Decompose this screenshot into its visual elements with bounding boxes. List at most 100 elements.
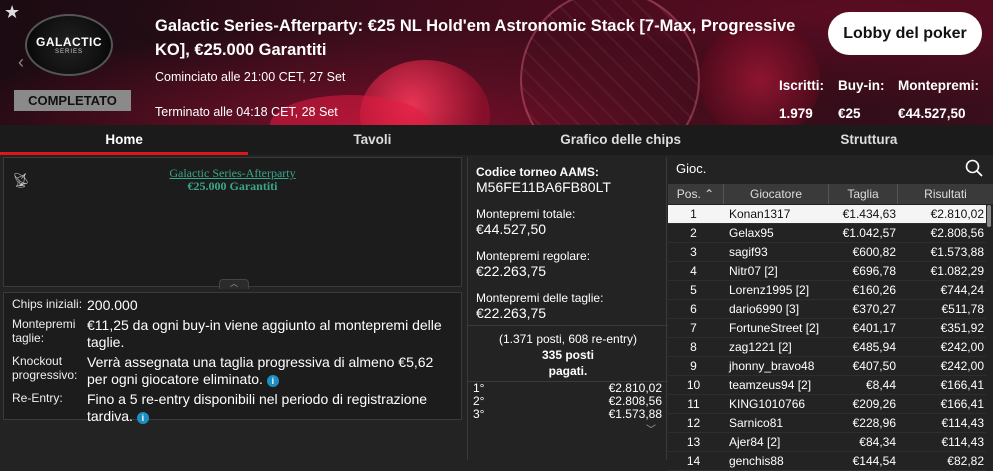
- scrollbar[interactable]: [987, 205, 991, 227]
- player-bounty: €401,17: [852, 321, 896, 335]
- column-header-bounty[interactable]: Taglia: [829, 184, 898, 204]
- player-name: jhonny_bravo48: [729, 359, 815, 373]
- tab-tables[interactable]: Tavoli: [248, 125, 496, 155]
- banner-guarantee: €25.000 Garantiti: [187, 179, 278, 193]
- table-row[interactable]: 7 FortuneStreet [2] €401,17 €351,92: [668, 319, 986, 338]
- info-label: Re-Entry:: [12, 391, 63, 405]
- info-value: 200.000: [87, 297, 453, 314]
- players-title: Gioc.: [676, 161, 707, 176]
- table-row[interactable]: 6 dario6990 [3] €370,27 €511,78: [668, 300, 986, 319]
- player-result: €166,41: [940, 397, 984, 411]
- player-result: €511,78: [941, 302, 985, 316]
- player-bounty: €144,54: [852, 454, 896, 468]
- player-name: Nitr07 [2]: [729, 264, 778, 278]
- info-row: Re-Entry: Fino a 5 re-entry disponibili …: [12, 391, 453, 425]
- info-label: Knockout progressivo:: [12, 354, 78, 382]
- info-icon[interactable]: i: [136, 412, 149, 424]
- table-row[interactable]: 13 Ajer84 [2] €84,34 €114,43: [668, 433, 986, 452]
- player-bounty: €1.434,63: [842, 207, 896, 221]
- places-line: (1.371 posti, 608 re-entry): [498, 332, 638, 346]
- buyin-label: Buy-in:: [838, 78, 885, 93]
- player-name: dario6990 [3]: [729, 302, 800, 316]
- players-table-header: Pos. ⌃ Giocatore Taglia Risultati: [668, 184, 993, 204]
- player-bounty: €160,26: [852, 283, 896, 297]
- bounty-prize-value: €22.263,75: [476, 305, 547, 321]
- player-name: zag1221 [2]: [729, 340, 792, 354]
- player-position: 7: [690, 321, 697, 335]
- player-result: €744,24: [940, 283, 984, 297]
- tab-bar: Home Tavoli Grafico delle chips Struttur…: [0, 125, 993, 155]
- table-row[interactable]: 12 Sarnico81 €228,96 €114,43: [668, 414, 986, 433]
- player-bounty: €600,82: [852, 245, 896, 259]
- players-table-body: 1 Konan1317 €1.434,63 €2.810,02 2 Gelax95 €1.0…: [668, 205, 986, 471]
- player-bounty: €8,44: [865, 378, 896, 392]
- tab-chip-graph[interactable]: Grafico delle chips: [497, 125, 745, 155]
- player-result: €2.810,02: [930, 207, 984, 221]
- player-position: 4: [690, 264, 697, 278]
- column-header-player[interactable]: Giocatore: [724, 184, 829, 204]
- column-header-position[interactable]: Pos. ⌃: [668, 184, 724, 204]
- player-position: 3: [690, 245, 697, 259]
- player-result: €351,92: [940, 321, 984, 335]
- logo-subtext: SERIES: [54, 49, 83, 55]
- player-name: Gelax95: [729, 226, 774, 240]
- info-row: Chips iniziali: 200.000: [12, 297, 453, 314]
- registered-label: Iscritti:: [779, 78, 825, 93]
- info-value-text: €11,25 da ogni buy-in viene aggiunto al …: [87, 317, 442, 350]
- table-row[interactable]: 4 Nitr07 [2] €696,78 €1.082,29: [668, 262, 986, 281]
- info-value-text: 200.000: [87, 297, 138, 313]
- player-bounty: €1.042,57: [842, 226, 896, 240]
- player-bounty: €209,26: [852, 397, 896, 411]
- player-position: 10: [686, 378, 701, 392]
- player-result: €242,00: [940, 340, 984, 354]
- search-icon[interactable]: [965, 159, 983, 177]
- info-row: Montepremi taglie: €11,25 da ogni buy-in…: [12, 317, 453, 351]
- table-row[interactable]: 14 genchis88 €144,54 €82,82: [668, 452, 986, 471]
- player-position: 14: [686, 454, 701, 468]
- table-row[interactable]: 2 Gelax95 €1.042,57 €2.808,56: [668, 224, 986, 243]
- column-header-results[interactable]: Risultati: [898, 184, 993, 204]
- player-position: 1: [690, 207, 697, 221]
- player-bounty: €485,94: [852, 340, 896, 354]
- table-row[interactable]: 5 Lorenz1995 [2] €160,26 €744,24: [668, 281, 986, 300]
- player-position: 12: [686, 416, 701, 430]
- paid-places-info: (1.371 posti, 608 re-entry) 335 posti pa…: [468, 331, 668, 379]
- places-line: 335 posti: [541, 348, 595, 362]
- player-position: 5: [690, 283, 697, 297]
- chevron-left-icon[interactable]: ‹: [18, 52, 24, 73]
- table-row[interactable]: 10 teamzeus94 [2] €8,44 €166,41: [668, 376, 986, 395]
- prize-list: 1° €2.810,02 2° €2.808,56 3° €1.573,88: [468, 381, 668, 421]
- table-row[interactable]: 3 sagif93 €600,82 €1.573,88: [668, 243, 986, 262]
- galactic-series-logo: GALACTIC SERIES: [25, 14, 113, 76]
- tab-home[interactable]: Home: [0, 125, 249, 155]
- collapse-toggle-icon[interactable]: ︿: [219, 279, 249, 289]
- player-position: 2: [690, 226, 697, 240]
- info-label: Montepremi taglie:: [12, 317, 76, 345]
- buyin-value: €25: [838, 106, 861, 121]
- player-name: teamzeus94 [2]: [729, 378, 812, 392]
- table-row[interactable]: 8 zag1221 [2] €485,94 €242,00: [668, 338, 986, 357]
- player-position: 11: [687, 397, 700, 411]
- table-row[interactable]: 9 jhonny_bravo48 €407,50 €242,00: [668, 357, 986, 376]
- info-icon[interactable]: i: [266, 375, 279, 387]
- tournament-banner-panel: 📡︎ Galactic Series-Afterparty €25.000 Ga…: [3, 157, 462, 289]
- chevron-down-icon[interactable]: ﹀: [646, 421, 656, 436]
- player-bounty: €84,34: [859, 435, 896, 449]
- poker-lobby-button[interactable]: Lobby del poker: [828, 12, 982, 55]
- prizepool-value: €44.527,50: [898, 106, 966, 121]
- player-name: sagif93: [729, 245, 768, 259]
- player-bounty: €407,50: [852, 359, 896, 373]
- prize-amount: €1.573,88: [608, 407, 662, 421]
- player-position: 13: [686, 435, 701, 449]
- aams-code-label: Codice torneo AAMS:: [476, 165, 599, 179]
- prizepool-label: Montepremi:: [898, 78, 979, 93]
- player-name: Ajer84 [2]: [729, 435, 781, 449]
- player-name: Lorenz1995 [2]: [729, 283, 810, 297]
- chevron-up-icon: ⌃: [704, 187, 715, 201]
- tab-structure[interactable]: Struttura: [745, 125, 993, 155]
- player-position: 9: [690, 359, 697, 373]
- table-row[interactable]: 11 KING1010766 €209,26 €166,41: [668, 395, 986, 414]
- table-row[interactable]: 1 Konan1317 €1.434,63 €2.810,02: [668, 205, 986, 224]
- regular-prize-value: €22.263,75: [476, 263, 547, 279]
- favorite-star-icon[interactable]: ★: [4, 2, 20, 23]
